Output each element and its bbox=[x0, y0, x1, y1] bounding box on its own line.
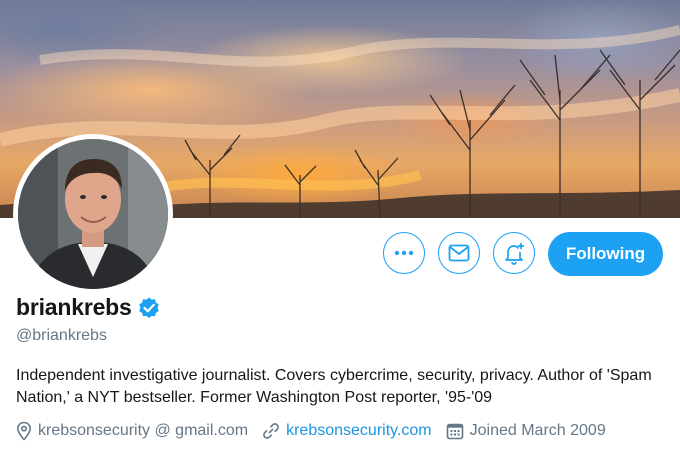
calendar-icon bbox=[446, 423, 463, 440]
following-button[interactable]: Following bbox=[548, 232, 663, 276]
joined-item: Joined March 2009 bbox=[446, 422, 606, 440]
verified-badge-icon bbox=[138, 297, 159, 318]
bell-plus-icon bbox=[505, 243, 524, 265]
profile-meta: krebsonsecurity @ gmail.com krebsonsecur… bbox=[16, 421, 620, 441]
name-row: briankrebs bbox=[16, 294, 161, 321]
notifications-button[interactable] bbox=[493, 232, 535, 274]
location-item: krebsonsecurity @ gmail.com bbox=[16, 421, 248, 441]
website-item[interactable]: krebsonsecurity.com bbox=[262, 422, 432, 440]
joined-text: Joined March 2009 bbox=[469, 422, 606, 439]
user-handle: @briankrebs bbox=[16, 327, 107, 344]
website-link[interactable]: krebsonsecurity.com bbox=[286, 422, 432, 440]
envelope-icon bbox=[448, 244, 470, 262]
location-text: krebsonsecurity @ gmail.com bbox=[38, 422, 249, 439]
ellipsis-icon bbox=[394, 250, 414, 256]
more-button[interactable] bbox=[383, 232, 425, 274]
profile-actions: Following bbox=[0, 232, 680, 278]
link-icon bbox=[263, 423, 279, 439]
profile-bio: Independent investigative journalist. Co… bbox=[16, 367, 652, 406]
location-pin-icon bbox=[16, 421, 32, 441]
display-name: briankrebs bbox=[16, 294, 132, 320]
message-button[interactable] bbox=[438, 232, 480, 274]
